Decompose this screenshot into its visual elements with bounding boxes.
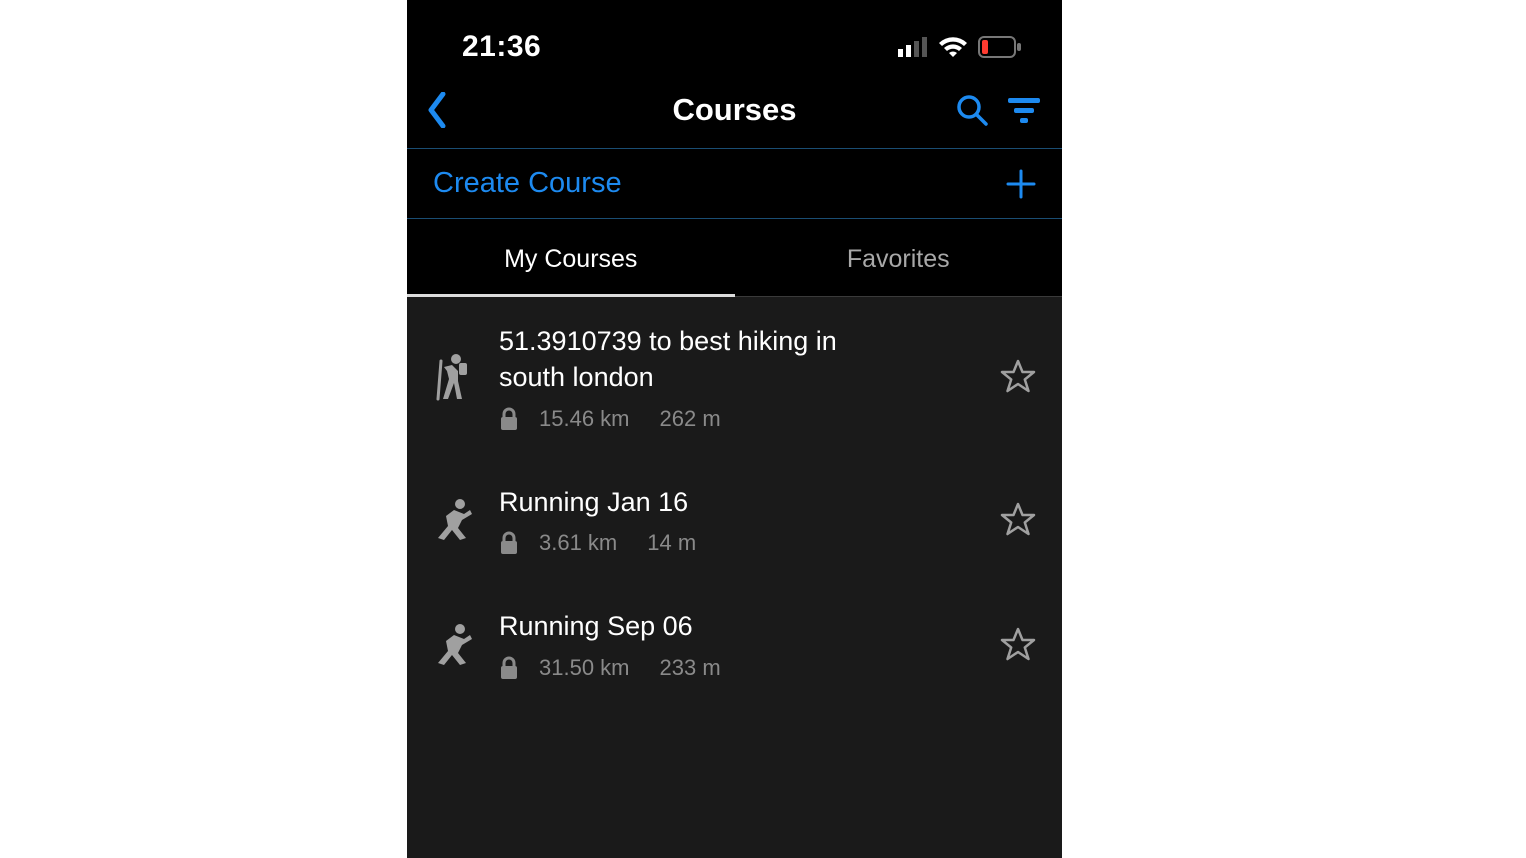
wifi-icon [938,36,968,58]
plus-icon [1006,169,1036,199]
course-distance: 31.50 km [539,655,630,681]
tabs: My Courses Favorites [407,219,1062,297]
course-title: 51.3910739 to best hiking in south londo… [499,323,879,396]
course-list: 51.3910739 to best hiking in south londo… [407,297,1062,858]
navigation-bar: Courses [407,74,1062,148]
phone-frame: 21:36 [407,0,1062,858]
back-button[interactable] [427,92,447,128]
create-course-label: Create Course [433,167,622,200]
course-title: Running Jan 16 [499,484,879,520]
status-indicators [898,36,1022,58]
course-meta: 15.46 km 262 m [499,406,974,432]
cellular-signal-icon [898,37,928,57]
course-title: Running Sep 06 [499,608,879,644]
hiking-icon [429,353,477,401]
course-distance: 15.46 km [539,406,630,432]
create-course-button[interactable]: Create Course [407,149,1062,218]
page-title: Courses [672,92,796,128]
favorite-star-button[interactable] [996,623,1040,667]
course-item[interactable]: Running Jan 16 3.61 km 14 m [407,458,1062,582]
filter-button[interactable] [1006,96,1042,124]
tab-my-courses[interactable]: My Courses [407,219,735,296]
course-item-body: Running Jan 16 3.61 km 14 m [499,484,974,556]
course-meta: 3.61 km 14 m [499,530,974,556]
status-time: 21:36 [462,30,541,64]
tab-favorites[interactable]: Favorites [735,219,1063,296]
course-meta: 31.50 km 233 m [499,655,974,681]
favorite-star-button[interactable] [996,498,1040,542]
running-icon [429,498,477,542]
search-button[interactable] [956,94,988,126]
running-icon [429,623,477,667]
course-elevation: 262 m [660,406,721,432]
lock-icon [499,656,519,680]
course-item-body: Running Sep 06 31.50 km 233 m [499,608,974,680]
status-bar: 21:36 [407,0,1062,74]
course-elevation: 14 m [647,530,696,556]
lock-icon [499,407,519,431]
course-elevation: 233 m [660,655,721,681]
course-item[interactable]: Running Sep 06 31.50 km 233 m [407,582,1062,706]
favorite-star-button[interactable] [996,355,1040,399]
lock-icon [499,531,519,555]
course-distance: 3.61 km [539,530,617,556]
course-item[interactable]: 51.3910739 to best hiking in south londo… [407,297,1062,458]
battery-low-icon [978,36,1022,58]
course-item-body: 51.3910739 to best hiking in south londo… [499,323,974,432]
